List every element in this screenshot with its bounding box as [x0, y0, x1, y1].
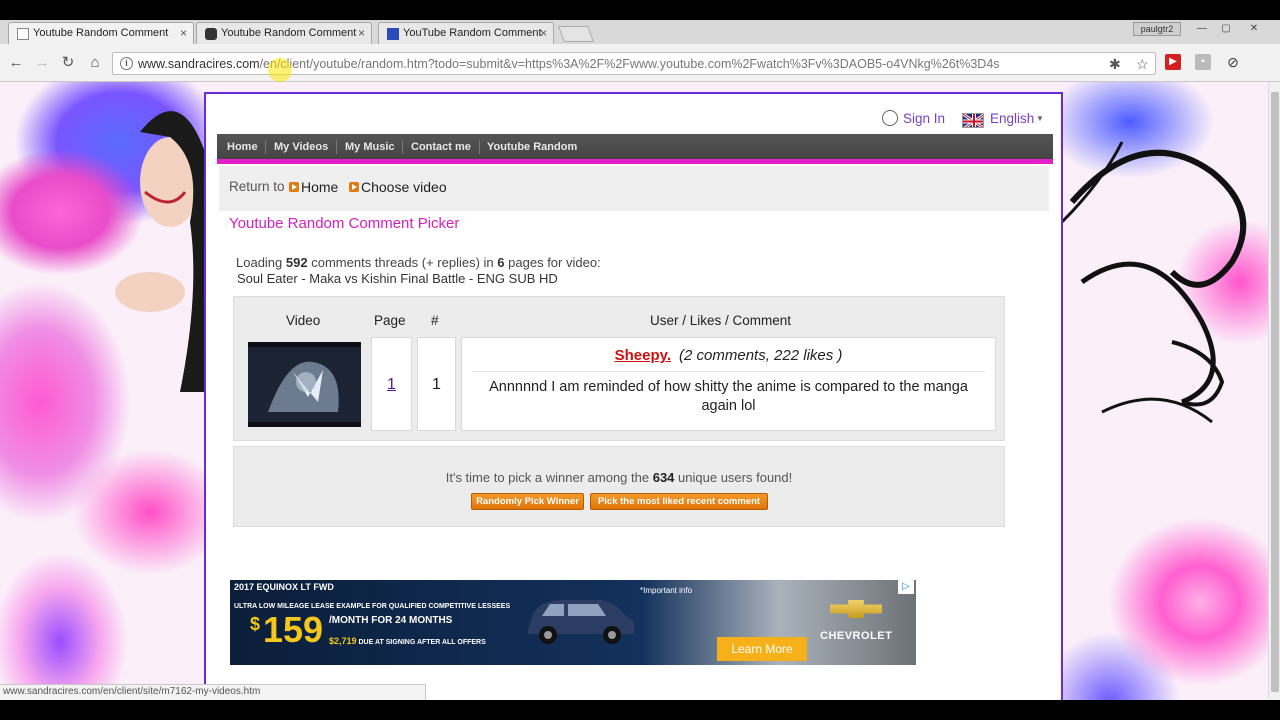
user-icon — [882, 110, 898, 126]
winner-text: It's time to pick a winner among the 634… — [445, 470, 793, 485]
video-title: Soul Eater - Maka vs Kishin Final Battle… — [237, 271, 558, 286]
home-icon[interactable]: ⌂ — [85, 53, 105, 73]
scrollbar[interactable] — [1268, 82, 1280, 700]
menu-contact-me[interactable]: Contact me — [411, 141, 471, 153]
close-window-button[interactable]: ✕ — [1244, 22, 1264, 36]
browser-tab-2[interactable]: Youtube Random Comment × — [196, 22, 372, 44]
status-bar: www.sandracires.com/en/client/site/m7162… — [0, 684, 426, 700]
results-table: Video Page # User / Likes / Comment 1 1 — [233, 296, 1005, 441]
menu-divider — [265, 140, 266, 154]
page-viewport: Sign In English ▼ Home My Videos My Musi… — [0, 82, 1268, 700]
menu-divider — [402, 140, 403, 154]
ad-dollar: $ — [250, 614, 261, 634]
tab-title: Youtube Random Comment — [33, 27, 169, 39]
background-swirls — [1062, 141, 1247, 424]
return-bar: Return to Home Choose video — [219, 166, 1049, 211]
randomly-pick-winner-button[interactable]: Randomly Pick Winner — [471, 493, 584, 510]
car-image — [528, 600, 634, 644]
menu-my-music[interactable]: My Music — [345, 141, 395, 153]
new-tab-button[interactable] — [558, 26, 594, 42]
tab-close-icon[interactable]: × — [540, 26, 547, 40]
browser-tab-1[interactable]: Youtube Random Comment × — [8, 22, 194, 44]
ad-due-at-signing: $2,719 DUE AT SIGNING AFTER ALL OFFERS — [329, 636, 486, 646]
user-name-link[interactable]: Sheepy. — [615, 347, 671, 364]
winner-panel: It's time to pick a winner among the 634… — [233, 446, 1005, 527]
learn-more-button[interactable]: Learn More — [717, 637, 807, 661]
page-link[interactable]: 1 — [372, 376, 411, 394]
user-line: Sheepy. (2 comments, 222 likes ) — [462, 347, 995, 364]
tab-close-icon[interactable]: × — [180, 26, 187, 40]
ad-important-info[interactable]: *Important info — [640, 586, 692, 595]
sign-in-link[interactable]: Sign In — [903, 111, 945, 126]
page-cell: 1 — [371, 337, 412, 431]
youtube-icon — [205, 28, 217, 40]
choose-video-link[interactable]: Choose video — [361, 179, 447, 195]
screen-bottom-bar — [0, 700, 1280, 720]
tab-close-icon[interactable]: × — [358, 26, 365, 40]
page-title: Youtube Random Comment Picker — [229, 215, 460, 232]
extension-puzzle-icon[interactable]: ✱ — [1109, 56, 1121, 73]
ad-brand: CHEVROLET — [820, 630, 893, 642]
ad-model: 2017 EQUINOX LT FWD — [234, 582, 334, 592]
uk-flag-icon — [962, 113, 984, 128]
ad-price: 159 — [263, 609, 324, 650]
comment-cell: Sheepy. (2 comments, 222 likes ) Annnnnd … — [461, 337, 996, 431]
pick-most-liked-button[interactable]: Pick the most liked recent comment — [590, 493, 768, 510]
tab-title: YouTube Random Comment — [403, 27, 542, 39]
menu-home[interactable]: Home — [227, 141, 258, 153]
return-label: Return to — [229, 179, 285, 194]
language-select[interactable]: English — [990, 111, 1034, 126]
rank-cell: 1 — [417, 337, 456, 431]
chevrolet-bowtie-icon — [830, 600, 882, 618]
column-header-page: Page — [374, 313, 406, 328]
background-portrait — [115, 111, 205, 392]
return-home-link[interactable]: Home — [301, 179, 338, 195]
tab-title: Youtube Random Comment — [221, 27, 357, 39]
back-icon[interactable]: ← — [6, 53, 26, 73]
column-header-video: Video — [286, 313, 321, 328]
block-icon[interactable]: ⊘ — [1225, 54, 1241, 70]
advertisement-banner[interactable]: 2017 EQUINOX LT FWD ULTRA LOW MILEAGE LE… — [230, 580, 916, 665]
content-panel: Sign In English ▼ Home My Videos My Musi… — [204, 92, 1063, 700]
arrow-right-icon — [289, 182, 299, 192]
browser-tab-3[interactable]: YouTube Random Comment × — [378, 22, 554, 44]
minimize-button[interactable]: — — [1192, 22, 1212, 36]
adchoices-icon[interactable]: ▷ — [898, 580, 914, 594]
screen-top-bar — [0, 0, 1280, 20]
column-header-comment: User / Likes / Comment — [650, 313, 792, 328]
comment-text: Annnnnd I am reminded of how shitty the … — [489, 379, 968, 414]
arrow-right-icon — [349, 182, 359, 192]
page-icon — [17, 28, 29, 40]
main-menu: Home My Videos My Music Contact me Youtu… — [217, 134, 1053, 164]
video-thumbnail[interactable] — [248, 342, 361, 427]
menu-divider — [336, 140, 337, 154]
chevron-down-icon[interactable]: ▼ — [1036, 114, 1044, 123]
rank-value: 1 — [432, 376, 441, 393]
extension-icon[interactable]: ▪ — [1195, 54, 1211, 70]
user-stats: (2 comments, 222 likes ) — [679, 347, 843, 364]
video-extension-icon[interactable]: ▶ — [1165, 54, 1181, 70]
menu-youtube-random[interactable]: Youtube Random — [487, 141, 577, 153]
site-icon — [387, 28, 399, 40]
menu-divider — [479, 140, 480, 154]
column-header-rank: # — [431, 313, 439, 328]
cursor-highlight — [268, 58, 292, 82]
bookmark-star-icon[interactable]: ☆ — [1136, 56, 1149, 73]
profile-chip[interactable]: paulgtr2 — [1133, 22, 1181, 36]
divider — [472, 371, 985, 372]
loading-summary: Loading 592 comments threads (+ replies)… — [236, 255, 601, 270]
forward-icon[interactable]: → — [32, 53, 52, 73]
ad-per-month: /MONTH FOR 24 MONTHS — [329, 615, 453, 626]
tab-strip: Youtube Random Comment × Youtube Random … — [0, 20, 1280, 44]
info-icon[interactable]: i — [120, 57, 133, 70]
maximize-button[interactable]: ▢ — [1216, 22, 1236, 36]
scrollbar-thumb[interactable] — [1271, 92, 1279, 692]
reload-icon[interactable]: ↻ — [58, 53, 78, 73]
menu-my-videos[interactable]: My Videos — [274, 141, 328, 153]
